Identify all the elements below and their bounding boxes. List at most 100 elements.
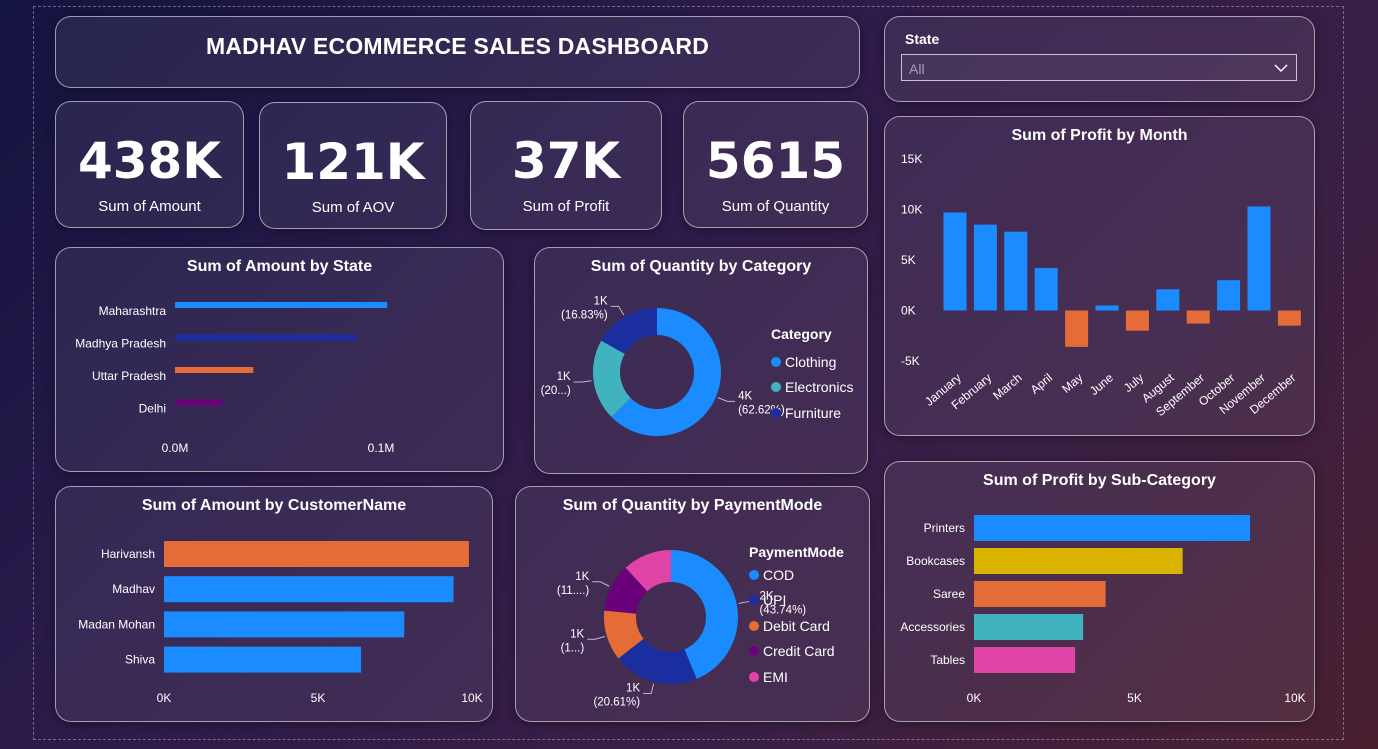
quantity-by-paymentmode-card: Sum of Quantity by PaymentMode 2K (43.74%…: [515, 486, 870, 722]
bar-june: [1095, 305, 1119, 311]
legend-item-credit-card[interactable]: Credit Card: [749, 639, 844, 665]
kpi-card-profit: 37K Sum of Profit: [470, 101, 662, 230]
category-label-madhav: Madhav: [112, 582, 155, 596]
bar-maharashtra: [175, 302, 388, 308]
data-label: (20...): [541, 385, 571, 397]
y-tick-label: 15K: [901, 152, 922, 166]
amount-by-customer-card: Sum of Amount by CustomerName Harivansh M…: [55, 486, 493, 722]
amount-by-state-chart: Maharashtra Madhya Pradesh Uttar Pradesh De…: [75, 302, 395, 455]
data-label: (11....): [557, 585, 590, 597]
x-tick-label: 0K: [157, 691, 172, 705]
kpi-label: Sum of Amount: [98, 198, 201, 215]
category-label-shiva: Shiva: [125, 653, 155, 667]
kpi-value: 438K: [77, 132, 222, 190]
category-legend: Category Clothing Electronics Furniture: [771, 326, 853, 426]
profit-by-subcategory-card: Sum of Profit by Sub-Category Printers Bo…: [884, 461, 1315, 722]
legend-item-clothing[interactable]: Clothing: [771, 349, 853, 375]
legend-item-debit-card[interactable]: Debit Card: [749, 613, 844, 639]
data-label: 4K: [738, 390, 752, 402]
legend-title: Category: [771, 326, 832, 342]
slicer-label: State: [905, 31, 940, 47]
data-label: 1K: [575, 571, 589, 583]
legend-dot: [749, 620, 759, 631]
legend-label: EMI: [763, 668, 788, 685]
category-label-delhi: Delhi: [139, 402, 166, 416]
legend-item-electronics[interactable]: Electronics: [771, 375, 853, 401]
leader-line: [643, 683, 655, 694]
bar-march: [1004, 231, 1028, 311]
kpi-value: 37K: [511, 132, 621, 190]
bar-accessories: [974, 614, 1084, 640]
legend-item-emi[interactable]: EMI: [749, 664, 844, 690]
bar-august: [1156, 289, 1180, 311]
legend-dot: [749, 595, 759, 606]
category-label-tables: Tables: [930, 653, 965, 667]
data-label: 1K: [557, 371, 571, 383]
bar-madhav: [164, 576, 454, 603]
kpi-value: 5615: [705, 132, 846, 190]
legend-dot: [749, 569, 759, 580]
data-label: (16.83%): [561, 309, 608, 321]
kpi-label: Sum of AOV: [311, 199, 395, 216]
state-dropdown[interactable]: All: [901, 54, 1297, 81]
legend-label: Debit Card: [763, 617, 830, 634]
legend-title: PaymentMode: [749, 544, 844, 560]
kpi-label: Sum of Quantity: [721, 198, 830, 215]
legend-label: Electronics: [785, 379, 854, 396]
bar-december: [1277, 310, 1301, 326]
legend-dot: [749, 646, 759, 657]
legend-dot: [771, 407, 781, 418]
profit-by-subcategory-chart: Printers Bookcases Saree Accessories Tables 0…: [900, 515, 1306, 705]
bar-madhya-pradesh: [175, 334, 357, 341]
x-tick-label: 0.0M: [162, 441, 189, 455]
leader-line: [587, 635, 605, 640]
bar-september: [1186, 310, 1210, 324]
legend-dot: [771, 356, 781, 367]
month-label-june: June: [1087, 370, 1116, 398]
y-tick-label: -5K: [901, 354, 920, 368]
month-label-march: March: [990, 371, 1025, 403]
kpi-value: 121K: [281, 133, 425, 191]
bar-february: [973, 224, 997, 311]
bar-printers: [974, 515, 1251, 541]
data-label: 1K: [594, 295, 608, 307]
y-tick-label: 0K: [901, 304, 916, 318]
legend-item-cod[interactable]: COD: [749, 562, 844, 588]
amount-by-customer-chart: Harivansh Madhav Madan Mohan Shiva 0K 5K 10K: [78, 541, 483, 705]
x-tick-label: 10K: [1284, 691, 1305, 705]
kpi-card-quantity: 5615 Sum of Quantity: [683, 101, 868, 228]
bar-bookcases: [974, 548, 1183, 574]
profit-by-month-card: Sum of Profit by Month -5K 0K 5K 10K 15K Janu…: [884, 116, 1315, 436]
title-card: MADHAV ECOMMERCE SALES DASHBOARD: [55, 16, 860, 88]
data-label: 1K: [570, 628, 584, 640]
category-label-madan-mohan: Madan Mohan: [78, 617, 155, 631]
state-dropdown-value: All: [909, 61, 925, 77]
bar-tables: [974, 647, 1076, 673]
legend-item-upi[interactable]: UPI: [749, 588, 844, 614]
x-tick-label: 0K: [967, 691, 982, 705]
bar-april: [1034, 268, 1058, 311]
bar-january: [943, 212, 967, 311]
bar-uttar-pradesh: [175, 367, 254, 373]
bar-may: [1065, 310, 1089, 347]
month-label-april: April: [1028, 371, 1055, 397]
x-tick-label: 10K: [461, 691, 482, 705]
kpi-label: Sum of Profit: [522, 198, 610, 215]
category-label-accessories: Accessories: [900, 620, 965, 634]
paymentmode-legend: PaymentMode COD UPI Debit Card Credit Ca…: [749, 544, 844, 690]
dashboard-title: MADHAV ECOMMERCE SALES DASHBOARD: [205, 33, 710, 59]
category-label-madhya-pradesh: Madhya Pradesh: [75, 337, 166, 351]
bar-july: [1125, 310, 1149, 331]
legend-label: UPI: [763, 592, 787, 609]
x-tick-label: 0.1M: [368, 441, 395, 455]
month-label-may: May: [1059, 371, 1085, 396]
leader-line: [592, 581, 610, 587]
legend-item-furniture[interactable]: Furniture: [771, 400, 853, 426]
leader-line: [717, 397, 736, 402]
data-label: 1K: [626, 682, 640, 694]
kpi-card-amount: 438K Sum of Amount: [55, 101, 244, 228]
bar-harivansh: [164, 541, 469, 567]
bar-saree: [974, 581, 1106, 607]
category-label-uttar-pradesh: Uttar Pradesh: [92, 369, 166, 383]
x-tick-label: 5K: [311, 691, 326, 705]
